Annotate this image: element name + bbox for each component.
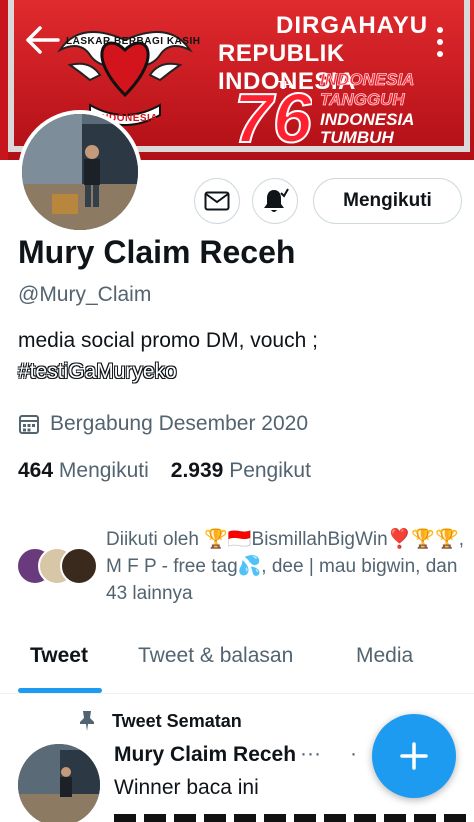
tweet-avatar-photo [18, 744, 100, 822]
following-count: 464 [18, 459, 54, 482]
joined-date: Bergabung Desember 2020 [18, 410, 308, 438]
arrow-left-icon [26, 26, 60, 54]
banner-tag-4: TUMBUH [320, 128, 394, 147]
banner-tag-3: INDONESIA [320, 110, 415, 129]
followers-count: 2.939 [170, 459, 224, 482]
tab-tweet[interactable]: Tweet [30, 644, 88, 668]
following-button[interactable]: Mengikuti [313, 178, 462, 224]
followed-by-avatars[interactable] [16, 547, 100, 587]
tweet-author-overflow: ··· [300, 742, 321, 765]
profile-avatar[interactable] [18, 110, 142, 234]
profile-bio-line-1: media social promo DM, vouch ; [18, 329, 318, 352]
banner-tag-2: TANGGUH [320, 90, 405, 110]
follow-stats: 464 Mengikuti 2.939 Pengikut [18, 459, 311, 483]
profile-handle: @Mury_Claim [18, 283, 152, 306]
notifications-button[interactable] [252, 178, 298, 224]
tab-tweet-replies[interactable]: Tweet & balasan [138, 644, 293, 668]
profile-name: Mury Claim Receh [18, 234, 296, 270]
profile-bio-hashtag[interactable]: #testiGaMuryeko [18, 360, 177, 384]
following-stat[interactable]: 464 Mengikuti [18, 459, 149, 483]
follower-avatar [60, 547, 98, 585]
active-tab-indicator [18, 688, 102, 693]
avatar-photo [22, 114, 138, 230]
following-label: Mengikuti [58, 459, 149, 482]
pinned-indicator: Tweet Sematan [78, 710, 242, 732]
back-button[interactable] [20, 22, 64, 58]
followed-by-text[interactable]: Diikuti oleh 🏆🇮🇩BismillahBigWin❣️🏆🏆, M F… [106, 526, 464, 607]
joined-text: Bergabung Desember 2020 [50, 412, 309, 435]
more-options-button[interactable] [422, 20, 458, 64]
mail-icon [204, 191, 230, 211]
bell-check-icon [264, 188, 289, 212]
svg-text:76: 76 [234, 79, 312, 150]
tweet-text[interactable]: Winner baca ini [114, 776, 259, 800]
tweet-meta-separator: · [350, 742, 357, 765]
profile-tabs: Tweet Tweet & balasan Media [0, 636, 474, 694]
message-button[interactable] [194, 178, 240, 224]
compose-tweet-button[interactable] [372, 714, 456, 798]
tweet-media-preview[interactable] [114, 814, 474, 822]
anniversary-76-graphic: 76 TH [233, 78, 312, 150]
followers-stat[interactable]: 2.939 Pengikut [171, 459, 311, 483]
emblem-text: LASKAR BERBAGI KASIH [66, 36, 201, 47]
svg-text:TH: TH [278, 80, 291, 91]
banner-headline: DIRGAHAYU [276, 12, 429, 39]
pin-icon [80, 711, 94, 731]
more-vertical-icon [437, 27, 443, 33]
tab-media[interactable]: Media [356, 644, 413, 668]
tweet-author-avatar[interactable] [18, 744, 100, 822]
tweet-author-name[interactable]: Mury Claim Receh [114, 743, 296, 767]
plus-icon [400, 742, 428, 770]
pinned-label: Tweet Sematan [112, 710, 242, 731]
calendar-icon [19, 415, 39, 434]
followers-label: Pengikut [229, 459, 311, 482]
banner-tag-1: INDONESIA [320, 70, 415, 90]
